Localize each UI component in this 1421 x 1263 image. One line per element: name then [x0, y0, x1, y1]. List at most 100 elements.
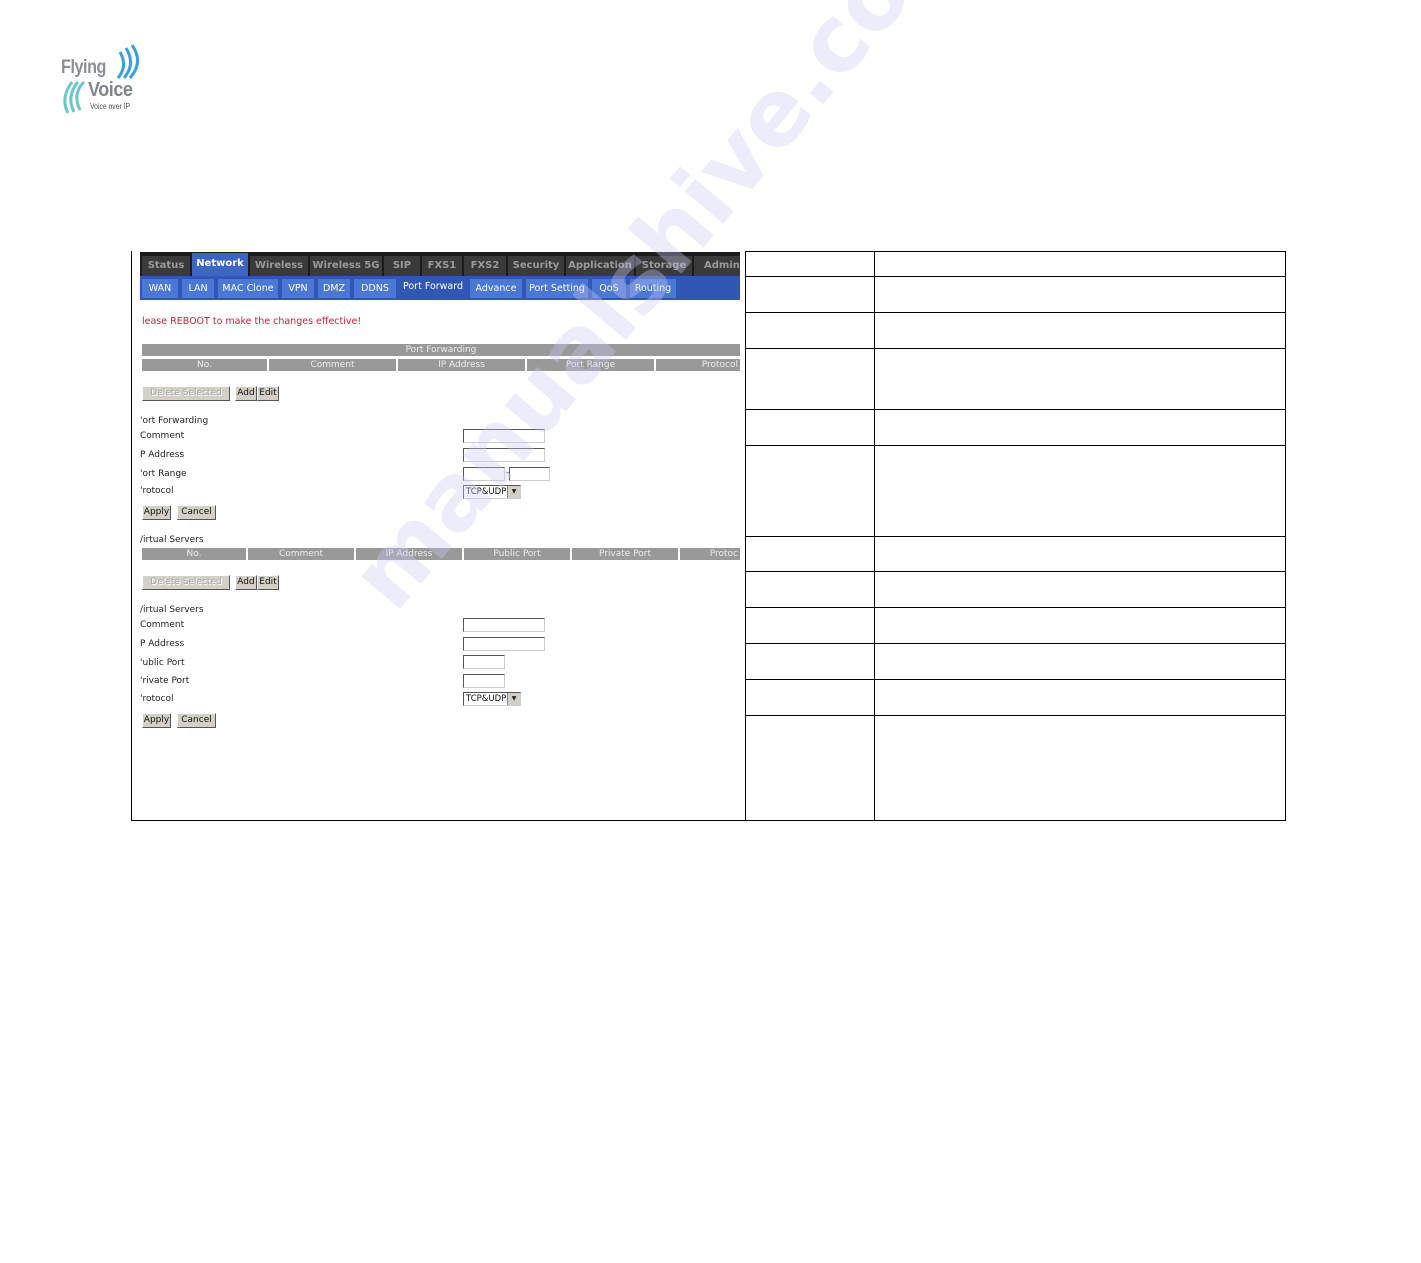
field-cell — [745, 680, 875, 715]
pf-col-ip-address: IP Address — [398, 359, 525, 371]
signal-waves-icon — [63, 80, 86, 114]
field-cell — [745, 608, 875, 643]
vs-delete-selected-button[interactable]: Delete Selected — [142, 575, 230, 590]
description-row — [745, 608, 1286, 644]
sub-tab-routing[interactable]: Routing — [630, 279, 677, 298]
sub-tab-port-setting[interactable]: Port Setting — [526, 279, 589, 298]
pf-add-button[interactable]: Add — [235, 386, 257, 401]
pf-apply-button[interactable]: Apply — [142, 505, 171, 520]
field-cell — [745, 572, 875, 607]
vs-ip-address-input[interactable] — [463, 637, 545, 651]
vs-col-ip-address: IP Address — [356, 548, 462, 560]
chevron-down-icon[interactable]: ▼ — [507, 693, 520, 705]
top-tab-administration[interactable]: Adminis — [694, 256, 740, 276]
description-cell — [875, 251, 1286, 276]
vs-protocol-value: TCP&UDP — [466, 694, 507, 704]
top-tab-wireless[interactable]: Wireless — [250, 256, 308, 276]
pf-col-protocol: Protocol — [656, 359, 740, 371]
pf-edit-button[interactable]: Edit — [257, 386, 279, 401]
description-cell — [875, 537, 1286, 571]
vs-comment-label: Comment — [140, 620, 185, 630]
logo-text-flying: Flying — [61, 57, 107, 78]
description-cell — [875, 680, 1286, 715]
field-cell — [745, 313, 875, 348]
flying-voice-logo: Flying Voice Voice over IP — [58, 44, 148, 116]
vs-public-port-input[interactable] — [463, 655, 505, 669]
top-tab-status[interactable]: Status — [142, 256, 190, 276]
description-cell — [875, 608, 1286, 643]
vs-col-protocol: Protoc — [680, 548, 740, 560]
logo-text-voice: Voice — [88, 79, 133, 101]
sub-tab-qos[interactable]: QoS — [592, 279, 627, 298]
description-row — [745, 644, 1286, 680]
vs-cancel-button[interactable]: Cancel — [177, 713, 216, 728]
description-cell — [875, 716, 1286, 820]
description-cell — [875, 313, 1286, 348]
vs-ip-address-label: P Address — [140, 639, 185, 649]
description-cell — [875, 410, 1286, 445]
description-table — [745, 251, 1286, 821]
description-cell — [875, 277, 1286, 312]
top-tab-sip[interactable]: SIP — [384, 256, 420, 276]
sub-tab-vpn[interactable]: VPN — [282, 279, 315, 298]
signal-waves-icon — [116, 44, 139, 79]
pf-form-title: 'ort Forwarding — [140, 416, 209, 426]
sub-tab-port-forward[interactable]: Port Forward — [398, 277, 469, 296]
description-cell — [875, 349, 1286, 409]
top-tab-fxs2[interactable]: FXS2 — [464, 256, 506, 276]
sub-tab-wan[interactable]: WAN — [142, 279, 179, 298]
description-row — [745, 277, 1286, 313]
description-row — [745, 410, 1286, 446]
sub-tab-advance[interactable]: Advance — [470, 279, 523, 298]
field-cell — [745, 251, 875, 276]
vs-col-public-port: Public Port — [464, 548, 570, 560]
description-row — [745, 716, 1286, 821]
field-cell — [745, 446, 875, 536]
field-cell — [745, 349, 875, 409]
top-tab-security[interactable]: Security — [508, 256, 564, 276]
vs-edit-button[interactable]: Edit — [257, 575, 279, 590]
vs-protocol-select[interactable]: TCP&UDP ▼ — [463, 692, 521, 706]
vs-table-title: /irtual Servers — [140, 535, 204, 545]
pf-port-end-input[interactable] — [509, 467, 550, 481]
pf-protocol-label: 'rotocol — [140, 486, 174, 496]
pf-ip-address-label: P Address — [140, 450, 185, 460]
sub-tab-dmz[interactable]: DMZ — [318, 279, 351, 298]
description-cell — [875, 644, 1286, 679]
pf-col-port-range: Port Range — [527, 359, 654, 371]
sub-tab-mac-clone[interactable]: MAC Clone — [218, 279, 279, 298]
top-tab-fxs1[interactable]: FXS1 — [422, 256, 462, 276]
vs-add-button[interactable]: Add — [235, 575, 257, 590]
vs-apply-button[interactable]: Apply — [142, 713, 171, 728]
vs-col-no: No. — [142, 548, 246, 560]
top-navigation: Status Network Wireless Wireless 5G SIP … — [140, 252, 740, 276]
pf-ip-address-input[interactable] — [463, 448, 545, 462]
vs-comment-input[interactable] — [463, 618, 545, 632]
sub-tab-ddns[interactable]: DDNS — [354, 279, 397, 298]
pf-col-comment: Comment — [269, 359, 396, 371]
port-forwarding-table-title: Port Forwarding — [142, 344, 740, 356]
pf-port-range-label: 'ort Range — [140, 469, 187, 479]
top-tab-network[interactable]: Network — [192, 253, 248, 276]
top-tab-application[interactable]: Application — [566, 256, 634, 276]
pf-cancel-button[interactable]: Cancel — [177, 505, 216, 520]
vs-private-port-input[interactable] — [463, 674, 505, 688]
top-tab-storage[interactable]: Storage — [636, 256, 692, 276]
top-tab-wireless-5g[interactable]: Wireless 5G — [310, 256, 382, 276]
chevron-down-icon[interactable]: ▼ — [507, 486, 520, 498]
logo-tagline: Voice over IP — [90, 102, 131, 111]
sub-tab-lan[interactable]: LAN — [182, 279, 215, 298]
field-cell — [745, 537, 875, 571]
description-row — [745, 680, 1286, 716]
pf-protocol-select[interactable]: TCP&UDP ▼ — [463, 485, 521, 499]
pf-comment-input[interactable] — [463, 429, 545, 443]
pf-port-start-input[interactable] — [463, 467, 505, 481]
field-cell — [745, 410, 875, 445]
pf-col-no: No. — [142, 359, 267, 371]
pf-comment-label: Comment — [140, 431, 185, 441]
field-cell — [745, 277, 875, 312]
vs-col-comment: Comment — [248, 548, 354, 560]
pf-delete-selected-button[interactable]: Delete Selected — [142, 386, 230, 401]
description-row — [745, 446, 1286, 537]
description-cell — [875, 446, 1286, 536]
